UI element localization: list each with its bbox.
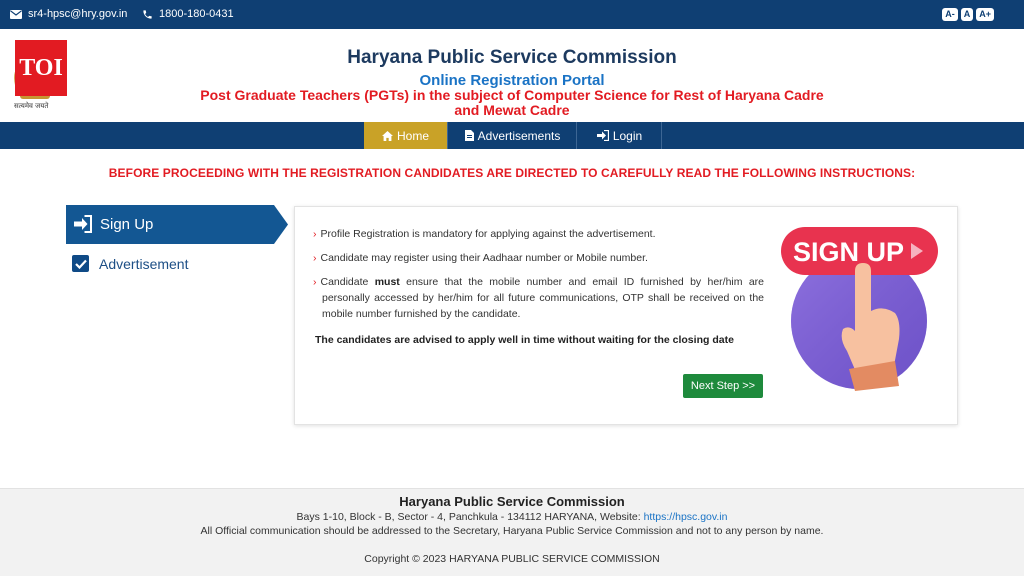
email-text: sr4-hpsc@hry.gov.in — [28, 8, 128, 20]
footer-title: Haryana Public Service Commission — [399, 494, 625, 509]
advisory-text: The candidates are advised to apply well… — [315, 334, 734, 346]
font-increase-button[interactable]: A+ — [976, 8, 994, 21]
instruction-item: › Candidate must ensure that the mobile n… — [313, 276, 764, 320]
phone-icon — [143, 9, 152, 19]
checkbox-checked-icon — [72, 255, 89, 272]
instruction-item: › Candidate may register using their Aadh… — [313, 252, 648, 264]
sign-in-icon — [74, 215, 92, 233]
envelope-icon — [10, 9, 22, 19]
signup-card: › Profile Registration is mandatory for a… — [294, 206, 958, 425]
illustration-sign-up-text: SIGN UP — [793, 237, 904, 267]
home-icon — [382, 130, 393, 141]
footer-note: All Official communication should be add… — [200, 525, 824, 537]
font-normal-button[interactable]: A — [960, 8, 974, 21]
copyright: Copyright © 2023 HARYANA PUBLIC SERVICE … — [364, 553, 660, 565]
page-title: Haryana Public Service Commission — [347, 47, 677, 68]
chevron-right-icon: › — [313, 252, 317, 264]
site-footer: Haryana Public Service Commission Bays 1… — [0, 488, 1024, 576]
font-size-controls: A- A A+ — [942, 8, 994, 21]
document-icon — [464, 130, 474, 141]
chevron-right-icon: › — [313, 276, 317, 288]
main-nav: Home Advertisements Login — [0, 122, 1024, 149]
instructions-notice: BEFORE PROCEEDING WITH THE REGISTRATION … — [108, 166, 916, 180]
subtitle-line-1: Post Graduate Teachers (PGTs) in the sub… — [200, 87, 824, 103]
recruitment-subtitle: Post Graduate Teachers (PGTs) in the sub… — [0, 88, 1024, 118]
subtitle-line-2: and Mewat Cadre — [454, 102, 570, 118]
phone-text: 1800-180-0431 — [159, 8, 234, 20]
site-header: TOI सत्यमेव जयते Haryana Public Service … — [0, 29, 1024, 122]
sidebar-item-advertisement[interactable]: Advertisement — [72, 255, 188, 272]
top-bar: sr4-hpsc@hry.gov.in 1800-180-0431 A- A A… — [0, 0, 1024, 29]
sign-up-illustration: SIGN UP — [781, 227, 938, 391]
sidebar-advertisement-label: Advertisement — [99, 255, 189, 272]
nav-home-label: Home — [396, 128, 429, 143]
contact-phone[interactable]: 1800-180-0431 — [142, 8, 234, 20]
instruction-item: › Profile Registration is mandatory for a… — [313, 228, 656, 240]
nav-advertisements[interactable]: Advertisements — [449, 122, 577, 149]
contact-email[interactable]: sr4-hpsc@hry.gov.in — [10, 8, 127, 20]
nav-advertisements-label: Advertisements — [477, 128, 561, 143]
sidebar-item-signup[interactable]: Sign Up — [66, 205, 288, 244]
sidebar-signup-label: Sign Up — [100, 216, 154, 233]
font-decrease-button[interactable]: A- — [942, 8, 958, 21]
nav-home[interactable]: Home — [364, 122, 448, 149]
footer-address: Bays 1-10, Block - B, Sector - 4, Panchk… — [296, 511, 728, 523]
next-step-button[interactable]: Next Step >> — [683, 374, 763, 398]
sign-in-icon — [596, 130, 609, 141]
chevron-right-icon: › — [313, 228, 317, 240]
website-link[interactable]: https://hpsc.gov.in — [644, 511, 728, 523]
nav-login-label: Login — [612, 128, 643, 143]
nav-login[interactable]: Login — [578, 122, 662, 149]
